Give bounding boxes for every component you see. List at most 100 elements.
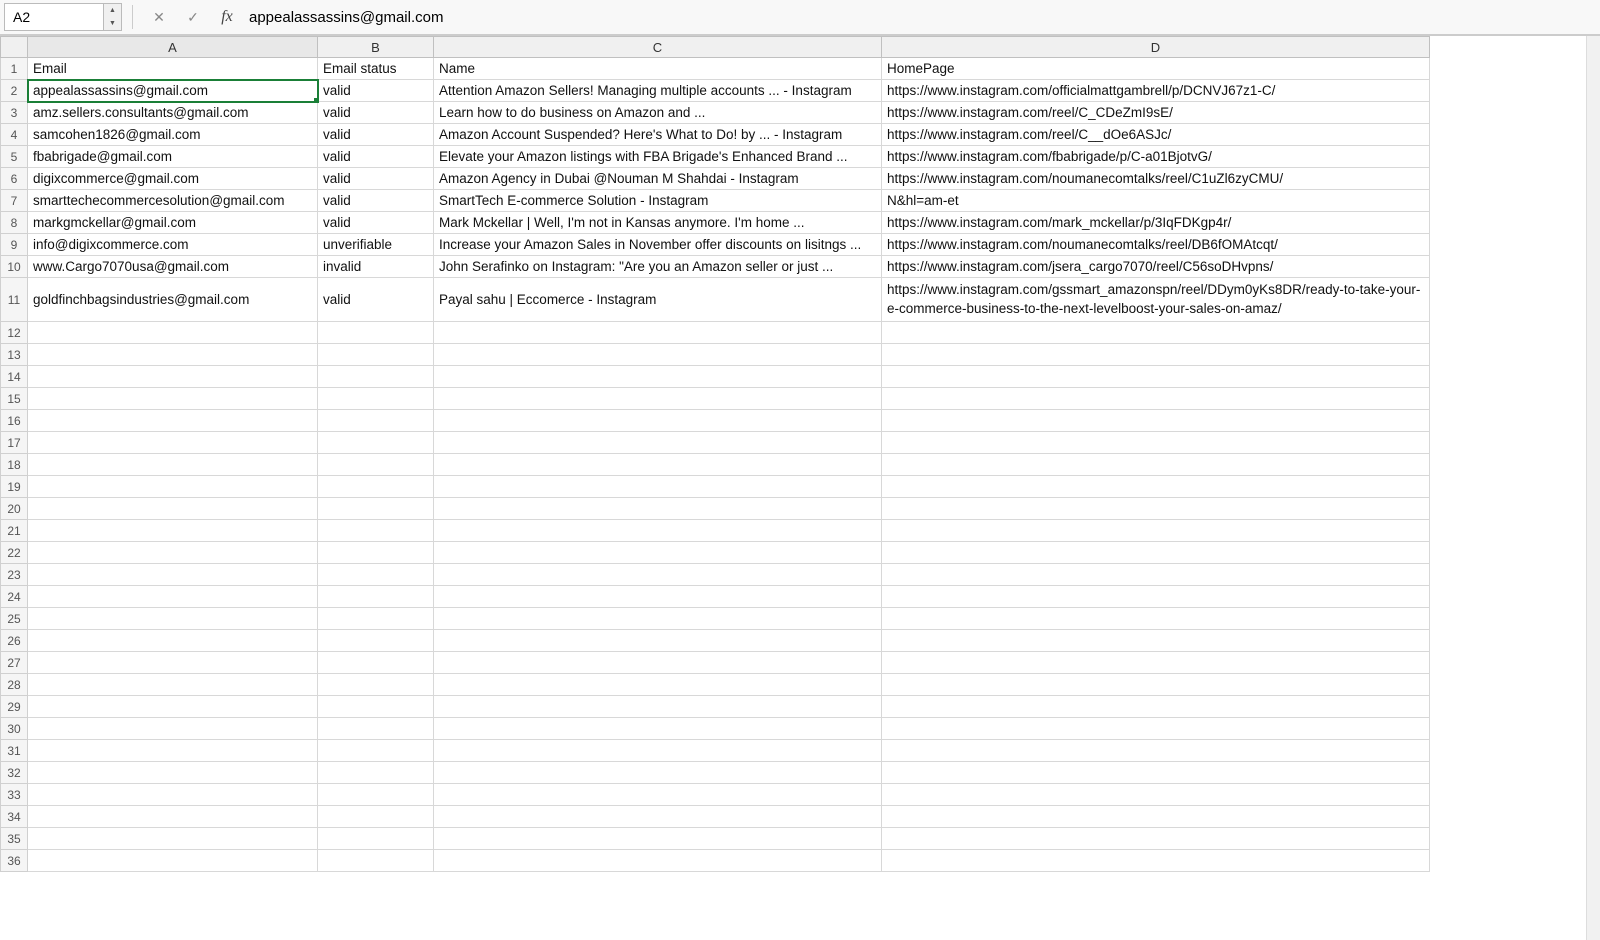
cell-A4[interactable]: samcohen1826@gmail.com — [28, 124, 318, 146]
cell-C24[interactable] — [434, 586, 882, 608]
cell-D4[interactable]: https://www.instagram.com/reel/C__dOe6AS… — [882, 124, 1430, 146]
cell-C18[interactable] — [434, 454, 882, 476]
cell-A36[interactable] — [28, 850, 318, 872]
cell-D32[interactable] — [882, 762, 1430, 784]
cell-A21[interactable] — [28, 520, 318, 542]
cell-B18[interactable] — [318, 454, 434, 476]
cell-A33[interactable] — [28, 784, 318, 806]
row-header-19[interactable]: 19 — [0, 476, 28, 498]
cell-C10[interactable]: John Serafinko on Instagram: "Are you an… — [434, 256, 882, 278]
cell-D24[interactable] — [882, 586, 1430, 608]
cell-B33[interactable] — [318, 784, 434, 806]
cell-A3[interactable]: amz.sellers.consultants@gmail.com — [28, 102, 318, 124]
cell-C2[interactable]: Attention Amazon Sellers! Managing multi… — [434, 80, 882, 102]
cell-A27[interactable] — [28, 652, 318, 674]
cell-D17[interactable] — [882, 432, 1430, 454]
cell-D35[interactable] — [882, 828, 1430, 850]
cell-D12[interactable] — [882, 322, 1430, 344]
row-header-31[interactable]: 31 — [0, 740, 28, 762]
row-header-14[interactable]: 14 — [0, 366, 28, 388]
cell-D34[interactable] — [882, 806, 1430, 828]
cell-B24[interactable] — [318, 586, 434, 608]
cell-B3[interactable]: valid — [318, 102, 434, 124]
row-header-26[interactable]: 26 — [0, 630, 28, 652]
cancel-edit-button[interactable]: ✕ — [145, 3, 173, 31]
row-header-9[interactable]: 9 — [0, 234, 28, 256]
cell-B34[interactable] — [318, 806, 434, 828]
cell-D8[interactable]: https://www.instagram.com/mark_mckellar/… — [882, 212, 1430, 234]
cell-A23[interactable] — [28, 564, 318, 586]
cell-D2[interactable]: https://www.instagram.com/officialmattga… — [882, 80, 1430, 102]
cell-B26[interactable] — [318, 630, 434, 652]
cell-D6[interactable]: https://www.instagram.com/noumanecomtalk… — [882, 168, 1430, 190]
cell-C1[interactable]: Name — [434, 58, 882, 80]
cell-B13[interactable] — [318, 344, 434, 366]
cell-C9[interactable]: Increase your Amazon Sales in November o… — [434, 234, 882, 256]
cell-B19[interactable] — [318, 476, 434, 498]
cell-B27[interactable] — [318, 652, 434, 674]
cell-C32[interactable] — [434, 762, 882, 784]
row-header-25[interactable]: 25 — [0, 608, 28, 630]
cell-B11[interactable]: valid — [318, 278, 434, 322]
stepper-down-icon[interactable]: ▼ — [104, 17, 121, 30]
cell-B1[interactable]: Email status — [318, 58, 434, 80]
name-box[interactable]: A2 — [4, 3, 104, 31]
cell-D18[interactable] — [882, 454, 1430, 476]
cell-B25[interactable] — [318, 608, 434, 630]
row-header-23[interactable]: 23 — [0, 564, 28, 586]
cell-C7[interactable]: SmartTech E-commerce Solution - Instagra… — [434, 190, 882, 212]
row-header-30[interactable]: 30 — [0, 718, 28, 740]
column-header-C[interactable]: C — [434, 36, 882, 58]
cell-C6[interactable]: Amazon Agency in Dubai @Nouman M Shahdai… — [434, 168, 882, 190]
cell-D23[interactable] — [882, 564, 1430, 586]
row-header-5[interactable]: 5 — [0, 146, 28, 168]
cell-D3[interactable]: https://www.instagram.com/reel/C_CDeZmI9… — [882, 102, 1430, 124]
cell-B10[interactable]: invalid — [318, 256, 434, 278]
cell-A11[interactable]: goldfinchbagsindustries@gmail.com — [28, 278, 318, 322]
row-header-13[interactable]: 13 — [0, 344, 28, 366]
cell-B17[interactable] — [318, 432, 434, 454]
cell-A9[interactable]: info@digixcommerce.com — [28, 234, 318, 256]
name-box-stepper[interactable]: ▲ ▼ — [104, 3, 122, 31]
fx-button[interactable]: fx — [213, 3, 241, 31]
cell-C29[interactable] — [434, 696, 882, 718]
cell-D21[interactable] — [882, 520, 1430, 542]
cell-C17[interactable] — [434, 432, 882, 454]
cell-D27[interactable] — [882, 652, 1430, 674]
cell-D20[interactable] — [882, 498, 1430, 520]
cell-B32[interactable] — [318, 762, 434, 784]
cell-D15[interactable] — [882, 388, 1430, 410]
cell-C26[interactable] — [434, 630, 882, 652]
cell-B31[interactable] — [318, 740, 434, 762]
row-header-2[interactable]: 2 — [0, 80, 28, 102]
cell-A13[interactable] — [28, 344, 318, 366]
cell-C31[interactable] — [434, 740, 882, 762]
row-header-12[interactable]: 12 — [0, 322, 28, 344]
cell-A29[interactable] — [28, 696, 318, 718]
cell-C34[interactable] — [434, 806, 882, 828]
cell-A8[interactable]: markgmckellar@gmail.com — [28, 212, 318, 234]
row-header-24[interactable]: 24 — [0, 586, 28, 608]
vertical-scrollbar[interactable] — [1586, 36, 1600, 940]
cell-A18[interactable] — [28, 454, 318, 476]
cell-C15[interactable] — [434, 388, 882, 410]
row-header-4[interactable]: 4 — [0, 124, 28, 146]
cell-A24[interactable] — [28, 586, 318, 608]
cell-B28[interactable] — [318, 674, 434, 696]
row-header-18[interactable]: 18 — [0, 454, 28, 476]
row-header-20[interactable]: 20 — [0, 498, 28, 520]
row-header-33[interactable]: 33 — [0, 784, 28, 806]
cell-D1[interactable]: HomePage — [882, 58, 1430, 80]
cell-D22[interactable] — [882, 542, 1430, 564]
cell-A25[interactable] — [28, 608, 318, 630]
row-header-27[interactable]: 27 — [0, 652, 28, 674]
row-header-29[interactable]: 29 — [0, 696, 28, 718]
cell-C3[interactable]: Learn how to do business on Amazon and .… — [434, 102, 882, 124]
cell-D9[interactable]: https://www.instagram.com/noumanecomtalk… — [882, 234, 1430, 256]
cell-C8[interactable]: Mark Mckellar | Well, I'm not in Kansas … — [434, 212, 882, 234]
row-header-11[interactable]: 11 — [0, 278, 28, 322]
cell-D10[interactable]: https://www.instagram.com/jsera_cargo707… — [882, 256, 1430, 278]
cell-A5[interactable]: fbabrigade@gmail.com — [28, 146, 318, 168]
cell-D16[interactable] — [882, 410, 1430, 432]
cell-D7[interactable]: N&hl=am-et — [882, 190, 1430, 212]
